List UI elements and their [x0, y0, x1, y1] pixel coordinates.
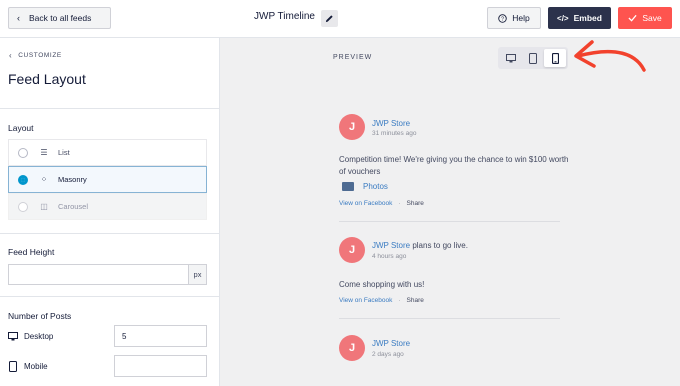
post-actions: View on Facebook · Share — [339, 297, 424, 304]
divider — [0, 233, 219, 234]
avatar: J — [339, 335, 365, 361]
mobile-row: Mobile — [8, 361, 48, 372]
post-text: Come shopping with us! — [339, 280, 425, 289]
panel-title: Feed Layout — [8, 71, 86, 87]
post-time: 31 minutes ago — [372, 130, 417, 137]
layout-option-label: Carousel — [58, 202, 89, 211]
post-text: Competition time! We're giving you the c… — [339, 155, 569, 176]
post-author[interactable]: JWP Store plans to go live. — [372, 241, 468, 250]
post-divider — [339, 221, 560, 222]
layout-section-label: Layout — [8, 123, 34, 133]
save-button[interactable]: Save — [618, 7, 672, 29]
photos-label[interactable]: Photos — [363, 182, 388, 191]
chevron-left-icon: ‹ — [9, 51, 13, 60]
tablet-preview-button[interactable] — [522, 49, 544, 67]
code-icon: </> — [557, 13, 569, 23]
separator-dot: · — [398, 200, 401, 207]
divider — [0, 108, 219, 109]
desktop-icon — [8, 332, 18, 341]
share-link[interactable]: Share — [407, 200, 424, 207]
checkmark-icon — [628, 14, 637, 22]
help-label: Help — [512, 13, 530, 23]
breadcrumb[interactable]: ‹ CUSTOMIZE — [9, 51, 62, 60]
mobile-posts-input[interactable] — [114, 355, 207, 377]
annotation-arrow-icon — [574, 40, 646, 72]
chevron-left-icon: ‹ — [17, 13, 20, 23]
separator-dot: · — [398, 297, 401, 304]
embed-button[interactable]: </> Embed — [548, 7, 611, 29]
help-button[interactable]: ? Help — [487, 7, 541, 29]
post-action-text: plans to go live. — [412, 241, 468, 250]
layout-option-masonry[interactable]: ⁘ Masonry — [8, 166, 207, 193]
post-author[interactable]: JWP Store — [372, 119, 410, 128]
photo-icon — [342, 182, 354, 191]
tablet-icon — [529, 52, 537, 64]
grid-icon: ⁘ — [40, 175, 48, 184]
layout-option-carousel: ◫ Carousel — [8, 193, 207, 220]
post-actions: View on Facebook · Share — [339, 200, 424, 207]
feed-height-input[interactable] — [8, 264, 189, 285]
pencil-icon — [325, 15, 333, 23]
mobile-label: Mobile — [24, 362, 48, 371]
post-time: 2 days ago — [372, 351, 404, 358]
layout-option-list[interactable]: ☰ List — [8, 139, 207, 166]
back-to-feeds-button[interactable]: ‹ Back to all feeds — [8, 7, 111, 29]
preview-label: PREVIEW — [333, 54, 373, 61]
layout-option-label: List — [58, 148, 70, 157]
mobile-icon — [9, 361, 17, 372]
share-link[interactable]: Share — [407, 297, 424, 304]
list-icon: ☰ — [40, 148, 48, 157]
desktop-label: Desktop — [24, 332, 54, 341]
desktop-posts-input[interactable] — [114, 325, 207, 347]
avatar: J — [339, 237, 365, 263]
layout-option-label: Masonry — [58, 175, 87, 184]
help-circle-icon: ? — [498, 13, 507, 23]
radio-list[interactable] — [18, 147, 28, 158]
edit-title-button[interactable] — [321, 10, 338, 27]
customize-sidebar: ‹ CUSTOMIZE Feed Layout Layout ☰ List ⁘ … — [0, 38, 220, 386]
number-of-posts-label: Number of Posts — [8, 311, 72, 321]
view-on-facebook-link[interactable]: View on Facebook — [339, 297, 392, 304]
radio-carousel — [18, 201, 28, 212]
embed-label: Embed — [573, 13, 602, 23]
feed-height-label: Feed Height — [8, 247, 55, 257]
divider — [0, 296, 219, 297]
radio-masonry[interactable] — [18, 174, 28, 185]
view-on-facebook-link[interactable]: View on Facebook — [339, 200, 392, 207]
svg-text:?: ? — [501, 16, 504, 22]
post-divider — [339, 318, 560, 319]
preview-area: PREVIEW J JWP Store 31 minutes ago Compe… — [220, 38, 680, 386]
breadcrumb-label: CUSTOMIZE — [18, 52, 62, 59]
device-toggle — [498, 47, 568, 69]
author-name[interactable]: JWP Store — [372, 339, 410, 348]
author-name[interactable]: JWP Store — [372, 241, 410, 250]
photos-attachment[interactable]: Photos — [339, 182, 388, 191]
desktop-icon — [506, 53, 516, 62]
feed-title: JWP Timeline — [254, 11, 315, 22]
mobile-icon — [551, 52, 559, 64]
desktop-preview-button[interactable] — [500, 49, 522, 67]
author-name[interactable]: JWP Store — [372, 119, 410, 128]
back-button-label: Back to all feeds — [29, 13, 92, 23]
post-author[interactable]: JWP Store — [372, 339, 410, 348]
top-bar: ‹ Back to all feeds JWP Timeline ? Help … — [0, 0, 680, 38]
carousel-icon: ◫ — [40, 202, 48, 211]
desktop-row: Desktop — [8, 332, 53, 341]
avatar: J — [339, 114, 365, 140]
mobile-preview-button[interactable] — [544, 49, 566, 67]
post-time: 4 hours ago — [372, 253, 407, 260]
feed-height-unit: px — [188, 264, 207, 285]
save-label: Save — [642, 13, 662, 23]
